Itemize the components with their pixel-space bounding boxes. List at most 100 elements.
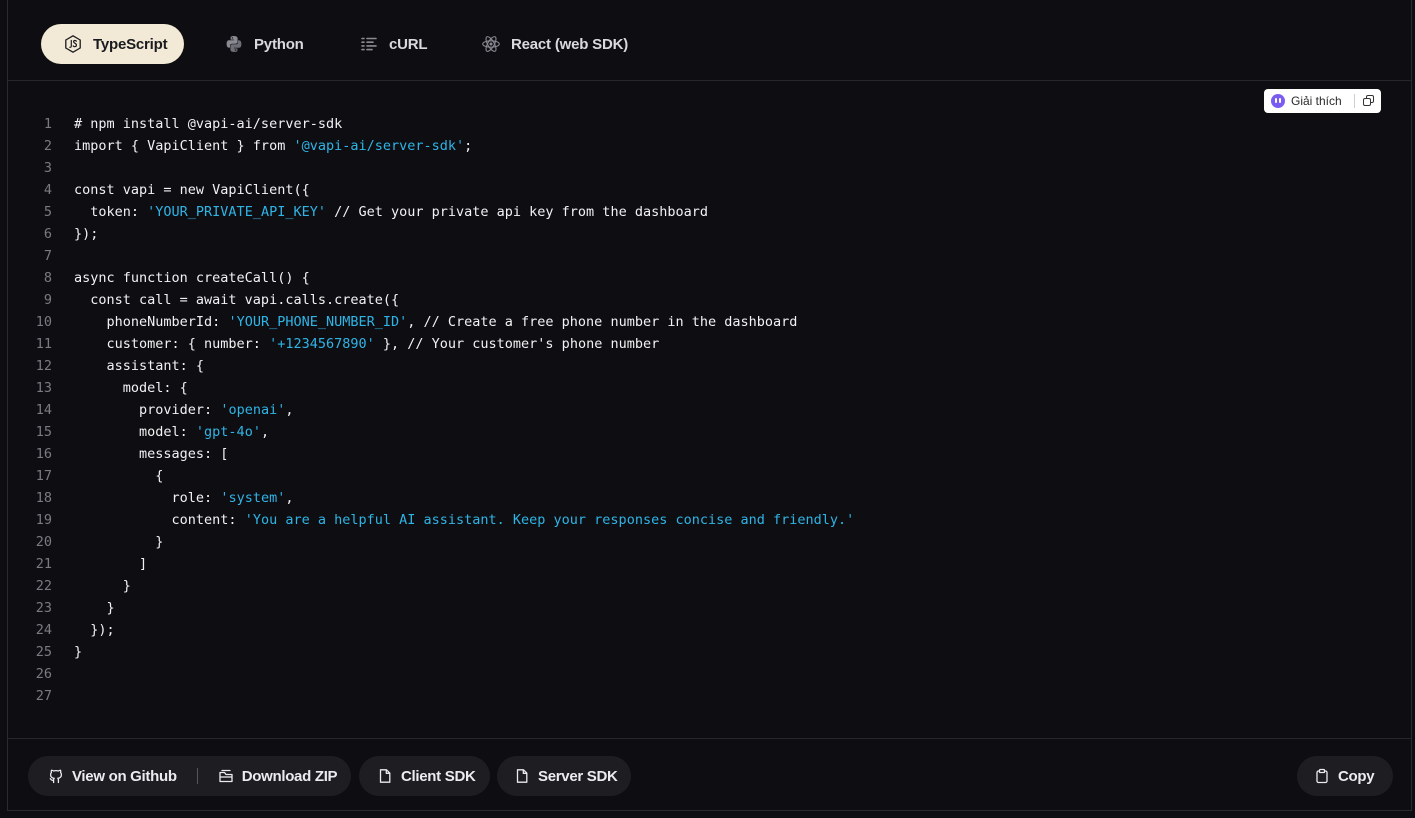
line-number: 21 bbox=[35, 556, 52, 572]
code-line: 21 ] bbox=[8, 553, 1411, 575]
code-line: 2 import { VapiClient } from '@vapi-ai/se… bbox=[8, 135, 1411, 157]
code-text: async function createCall() { bbox=[74, 267, 310, 289]
line-number: 11 bbox=[35, 336, 52, 352]
python-icon bbox=[226, 36, 242, 52]
tab-label: Python bbox=[254, 35, 304, 53]
file-icon bbox=[516, 769, 528, 783]
code-line: 4 const vapi = new VapiClient({ bbox=[8, 179, 1411, 201]
code-text: customer: { number: '+1234567890' }, // … bbox=[74, 333, 660, 355]
code-text: messages: [ bbox=[74, 443, 228, 465]
tab-label: React (web SDK) bbox=[511, 35, 629, 53]
code-line: 8 async function createCall() { bbox=[8, 267, 1411, 289]
line-number: 14 bbox=[35, 402, 52, 418]
code-token: } bbox=[74, 578, 131, 594]
code-token: assistant: { bbox=[74, 358, 205, 374]
code-text: ] bbox=[74, 553, 147, 575]
line-number: 3 bbox=[43, 160, 52, 176]
download-zip-button[interactable]: Download ZIP bbox=[218, 768, 338, 785]
code-token: phoneNumberId: bbox=[74, 314, 229, 330]
code-text: role: 'system', bbox=[74, 487, 294, 509]
tab-typescript[interactable]: TypeScript bbox=[41, 24, 184, 64]
repo-actions: View on Github Download ZIP bbox=[28, 756, 351, 796]
tab-python[interactable]: Python bbox=[202, 24, 324, 64]
line-number: 13 bbox=[35, 380, 52, 396]
client-sdk-button[interactable]: Client SDK bbox=[359, 756, 490, 796]
tab-label: cURL bbox=[389, 35, 428, 53]
code-text: token: 'YOUR_PRIVATE_API_KEY' // Get you… bbox=[74, 201, 708, 223]
line-number: 10 bbox=[35, 314, 52, 330]
line-number: 26 bbox=[35, 666, 52, 682]
code-line: 27 bbox=[8, 685, 1411, 707]
code-token: # npm install @vapi-ai/server-sdk bbox=[74, 116, 343, 132]
copy-icon[interactable] bbox=[1363, 95, 1375, 107]
code-token: ] bbox=[74, 556, 148, 572]
copy-button[interactable]: Copy bbox=[1297, 756, 1393, 796]
line-number: 1 bbox=[43, 116, 52, 132]
code-text: # npm install @vapi-ai/server-sdk bbox=[74, 113, 342, 135]
server-sdk-label: Server SDK bbox=[538, 767, 618, 785]
divider bbox=[196, 768, 198, 784]
line-number: 23 bbox=[35, 600, 52, 616]
code-token: , bbox=[285, 490, 294, 506]
github-icon bbox=[49, 769, 63, 784]
code-token: , bbox=[285, 402, 294, 418]
view-on-github-button[interactable]: View on Github bbox=[48, 768, 177, 785]
code-token: provider: bbox=[74, 402, 221, 418]
line-number: 9 bbox=[43, 292, 52, 308]
clipboard-icon bbox=[1316, 768, 1328, 784]
string-literal: '@vapi-ai/server-sdk' bbox=[293, 138, 465, 154]
zip-label: Download ZIP bbox=[241, 767, 338, 785]
line-number: 25 bbox=[35, 644, 52, 660]
line-number: 18 bbox=[35, 490, 52, 506]
code-line: 15 model: 'gpt-4o', bbox=[8, 421, 1411, 443]
code-text: model: 'gpt-4o', bbox=[74, 421, 269, 443]
line-number: 20 bbox=[35, 534, 52, 550]
code-line: 1 # npm install @vapi-ai/server-sdk bbox=[8, 113, 1411, 135]
github-label: View on Github bbox=[72, 767, 177, 785]
code-line: 14 provider: 'openai', bbox=[8, 399, 1411, 421]
explain-label: Giải thích bbox=[1291, 94, 1342, 108]
code-token: async function createCall() { bbox=[74, 270, 310, 286]
code-token: import { VapiClient } from bbox=[74, 138, 294, 154]
code-token: model: bbox=[74, 424, 196, 440]
divider bbox=[1354, 94, 1355, 108]
code-token: model: { bbox=[74, 380, 188, 396]
code-token: }); bbox=[74, 226, 99, 242]
code-line: 10 phoneNumberId: 'YOUR_PHONE_NUMBER_ID'… bbox=[8, 311, 1411, 333]
tab-curl[interactable]: cURL bbox=[337, 24, 447, 64]
copy-label: Copy bbox=[1338, 767, 1375, 785]
code-text: } bbox=[74, 575, 131, 597]
code-text: const call = await vapi.calls.create({ bbox=[74, 289, 399, 311]
line-number: 19 bbox=[35, 512, 52, 528]
server-sdk-button[interactable]: Server SDK bbox=[497, 756, 631, 796]
code-token: }, // Your customer's phone number bbox=[374, 336, 660, 352]
code-token: const vapi = new VapiClient({ bbox=[74, 182, 310, 198]
react-icon bbox=[482, 36, 500, 52]
string-literal: 'system' bbox=[220, 490, 286, 506]
code-token: , bbox=[260, 424, 270, 440]
code-line: 3 bbox=[8, 157, 1411, 179]
assistant-icon bbox=[1271, 94, 1285, 108]
line-number: 16 bbox=[35, 446, 52, 462]
code-text: }); bbox=[74, 619, 114, 641]
line-number: 22 bbox=[35, 578, 52, 594]
explain-chip[interactable]: Giải thích bbox=[1264, 89, 1381, 113]
code-block: 1 # npm install @vapi-ai/server-sdk 2 impor… bbox=[8, 113, 1411, 707]
code-token: messages: [ bbox=[74, 446, 229, 462]
footer-toolbar: View on Github Download ZIP Client SDK S… bbox=[8, 738, 1411, 811]
line-number: 6 bbox=[43, 226, 52, 242]
string-literal: 'gpt-4o' bbox=[195, 424, 261, 440]
client-sdk-label: Client SDK bbox=[401, 767, 476, 785]
code-text: content: 'You are a helpful AI assistant… bbox=[74, 509, 855, 531]
string-literal: '+1234567890' bbox=[269, 336, 375, 352]
code-text: assistant: { bbox=[74, 355, 205, 377]
tab-react[interactable]: React (web SDK) bbox=[459, 24, 648, 64]
code-snippet-panel: TypeScript Python cURL React (web SDK) G… bbox=[7, 0, 1412, 811]
code-line: 24 }); bbox=[8, 619, 1411, 641]
code-text: } bbox=[74, 531, 163, 553]
code-text: const vapi = new VapiClient({ bbox=[74, 179, 310, 201]
code-line: 20 } bbox=[8, 531, 1411, 553]
code-token: customer: { number: bbox=[74, 336, 270, 352]
string-literal: 'openai' bbox=[220, 402, 286, 418]
code-text: { bbox=[74, 465, 163, 487]
